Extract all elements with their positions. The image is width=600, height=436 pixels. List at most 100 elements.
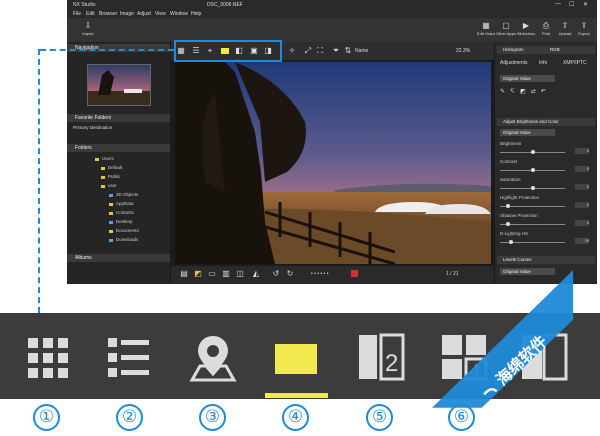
navigation-thumbnail[interactable] xyxy=(87,64,151,106)
other-apps-button[interactable]: ▢ Other Apps xyxy=(495,21,517,37)
callout-number-1: ① xyxy=(33,404,60,431)
rating-dots[interactable]: • • • • • • xyxy=(311,271,328,277)
slider-value-input[interactable]: 0 xyxy=(575,220,589,226)
tree-item[interactable]: Documents xyxy=(116,228,139,233)
adjust-tools-row[interactable]: ✎↸◩⇄↶ xyxy=(500,88,551,95)
brightness-section-header[interactable]: Adjust Brightness and Color xyxy=(497,118,595,126)
slider-value-input[interactable]: 25 xyxy=(575,238,589,244)
active-view-indicator xyxy=(265,393,328,398)
menu-window[interactable]: Window xyxy=(170,11,188,17)
frame-icon[interactable]: ▭ xyxy=(207,269,217,279)
slider-value-input[interactable]: 0 xyxy=(575,184,589,190)
menu-browser[interactable]: Browser xyxy=(99,11,117,17)
close-button[interactable]: ✕ xyxy=(583,1,588,8)
albums-header[interactable]: Albums xyxy=(67,254,170,262)
tab-adjustments[interactable]: Adjustments xyxy=(500,60,528,69)
tree-item[interactable]: Public xyxy=(108,174,120,179)
tree-item[interactable]: Contacts xyxy=(116,210,134,215)
compare-small-icon[interactable]: ◫ xyxy=(235,269,245,279)
file-name: DSC_0006.NEF xyxy=(207,2,243,8)
tab-info[interactable]: Info xyxy=(539,60,547,69)
folders-header[interactable]: Folders xyxy=(67,144,170,152)
slider-label: Saturation xyxy=(500,177,521,182)
slider-knob[interactable] xyxy=(506,204,511,208)
levels-curves-header[interactable]: Levels Curves xyxy=(497,256,595,264)
reject-flag[interactable] xyxy=(351,270,358,277)
maximize-button[interactable]: ☐ xyxy=(569,1,574,8)
tree-item[interactable]: Default xyxy=(108,165,122,170)
grid-thumbnails-icon[interactable] xyxy=(23,333,73,383)
slider-label: Brightness xyxy=(500,141,522,146)
callout-number-2: ② xyxy=(116,404,143,431)
slideshow-button[interactable]: ▶ Slideshow xyxy=(515,21,537,37)
menu-file[interactable]: File xyxy=(73,11,81,17)
histogram-small-icon[interactable]: ◭ xyxy=(251,269,261,279)
slider-value-input[interactable]: 0 xyxy=(575,166,589,172)
grid-small-icon[interactable]: ▥ xyxy=(221,269,231,279)
labels-icon[interactable]: ◩ xyxy=(193,269,203,279)
slider-track[interactable] xyxy=(500,168,565,172)
compare-two-icon[interactable]: 2 xyxy=(357,333,407,383)
list-view-icon[interactable] xyxy=(103,333,153,383)
compare-two-label: 2 xyxy=(385,350,398,377)
menu-view[interactable]: View xyxy=(155,11,166,17)
thumbnail-strip-icon[interactable]: ▤ xyxy=(179,269,189,279)
fit-screen-icon[interactable]: ⤢ xyxy=(303,46,313,56)
histogram-mode[interactable]: RGB xyxy=(550,47,560,52)
tree-item[interactable]: 3D Objects xyxy=(116,192,138,197)
slider-value-input[interactable]: 0 xyxy=(575,148,589,154)
slider-knob[interactable] xyxy=(530,168,535,172)
slider-label: Highlight Protection xyxy=(500,195,540,200)
callout-number-3: ③ xyxy=(199,404,226,431)
full-screen-icon[interactable]: ⛶ xyxy=(315,46,325,56)
slider-track[interactable] xyxy=(500,222,565,226)
slider-knob[interactable] xyxy=(530,150,535,154)
connector-line-horizontal xyxy=(40,49,174,51)
brightness-preset-dropdown[interactable]: Original Value xyxy=(500,129,555,136)
primary-destination[interactable]: Primary Destination xyxy=(73,125,112,130)
toolbar-highlight-box xyxy=(174,40,282,62)
slider-knob[interactable] xyxy=(509,240,514,244)
tree-item[interactable]: Desktop xyxy=(116,219,133,224)
histogram-header[interactable]: Histogram xyxy=(497,46,595,54)
main-photo[interactable] xyxy=(175,62,491,264)
rotate-left-icon[interactable]: ↺ xyxy=(271,269,281,279)
slider-value-input[interactable]: 0 xyxy=(575,202,589,208)
rotate-right-icon[interactable]: ↻ xyxy=(285,269,295,279)
right-panel: Histogram RGB Adjustments Info XMP/IPTC … xyxy=(495,42,597,284)
sort-dropdown[interactable]: Name xyxy=(355,48,368,54)
slider-track[interactable] xyxy=(500,204,565,208)
left-panel: Navigation Favorite Folders Primary Dest… xyxy=(67,42,170,284)
single-image-icon[interactable] xyxy=(275,344,317,374)
slider-knob[interactable] xyxy=(506,222,511,226)
preset-dropdown[interactable]: Original Value xyxy=(500,75,555,82)
import-icon: ⇩ xyxy=(84,21,92,30)
tab-xmp-iptc[interactable]: XMP/IPTC xyxy=(563,60,587,69)
map-pin-icon[interactable] xyxy=(188,333,238,383)
slider-track[interactable] xyxy=(500,186,565,190)
menu-help[interactable]: Help xyxy=(191,11,201,17)
slider-label: Contrast xyxy=(500,159,518,164)
favorite-folders-header[interactable]: Favorite Folders xyxy=(67,114,170,122)
slider-track[interactable] xyxy=(500,240,565,244)
tree-item[interactable]: Downloads xyxy=(116,237,138,242)
menu-image[interactable]: Image xyxy=(120,11,134,17)
edit-video-button[interactable]: ▦ Edit Video xyxy=(475,21,497,37)
slider-knob[interactable] xyxy=(530,186,535,190)
menu-adjust[interactable]: Adjust xyxy=(137,11,151,17)
tree-item[interactable]: user xyxy=(108,183,117,188)
slider-label: D-Lighting HS xyxy=(500,231,529,236)
slider-track[interactable] xyxy=(500,150,565,154)
minimize-button[interactable]: — xyxy=(555,1,561,7)
watermark-ribbon: 海绵软件 xyxy=(432,270,574,408)
filter-icon[interactable]: ⏷ xyxy=(331,46,341,56)
menu-bar: File Edit Browser Image Adjust View Wind… xyxy=(67,9,597,18)
menu-edit[interactable]: Edit xyxy=(86,11,95,17)
tree-item[interactable]: AppData xyxy=(116,201,134,206)
export-button[interactable]: ⇪ Export xyxy=(573,21,595,37)
tree-item[interactable]: Users xyxy=(102,156,114,161)
sort-icon[interactable]: ⇅ xyxy=(343,46,353,56)
import-button[interactable]: ⇩ Import xyxy=(77,21,99,37)
rating-filter-icon[interactable]: ✧ xyxy=(287,46,297,56)
zoom-level[interactable]: 22.3% xyxy=(456,48,470,54)
